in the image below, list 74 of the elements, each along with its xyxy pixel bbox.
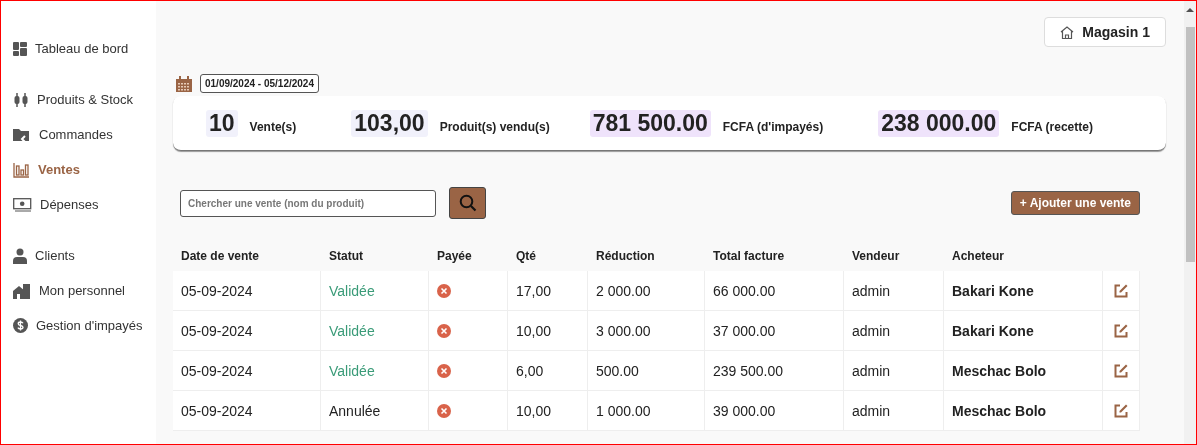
column-header: Acheteur [951,248,1005,265]
edit-icon[interactable] [1114,323,1128,338]
table-cell: 37 000.00 [705,311,844,351]
sidebar-item[interactable]: Gestion d'impayés [1,308,156,343]
sidebar-item[interactable]: Ventes [1,152,156,187]
edit-icon[interactable] [1114,403,1128,418]
table-cell: 05-09-2024 [173,311,321,351]
stat-value: 10 [206,109,238,137]
stat-value: 238 000.00 [878,109,1000,137]
table-cell: 500.00 [588,351,705,391]
sidebar-item[interactable]: Mon personnel [1,273,156,308]
search-icon [458,194,477,212]
table-cell: admin [844,351,944,391]
sidebar-item[interactable]: Clients [1,238,156,273]
column-header: Date de vente [180,248,261,265]
status-cell: Validée [321,351,429,391]
search-field[interactable]: Chercher une vente (nom du produit) [180,189,436,217]
banknote-icon [13,197,32,212]
stat-value: 103,00 [351,109,428,137]
table-cell: 05-09-2024 [173,271,321,311]
scroll-up-icon[interactable] [1186,7,1194,13]
sidebar-item[interactable]: Produits & Stock [1,82,156,117]
column-header: Payée [436,248,473,265]
stat-label: Vente(s) [249,120,297,134]
calendar-icon [176,75,192,92]
stat-label: FCFA (d'impayés) [722,120,824,134]
status-cell: Annulée [321,391,429,431]
table-cell: admin [844,311,944,351]
stat-value: 781 500.00 [589,109,711,137]
table-cell: 66 000.00 [705,271,844,311]
table-cell: 39 000.00 [705,391,844,431]
table-cell: 10,00 [508,391,588,431]
table-cell: 10,00 [508,311,588,351]
bar-chart-icon [13,161,30,178]
house-icon [1060,25,1075,39]
table-cell: Meschac Bolo [944,391,1103,431]
column-header: Total facture [712,248,786,265]
table-cell: Bakari Kone [944,311,1103,351]
folder-icon [13,126,31,143]
sidebar-item[interactable]: Commandes [1,117,156,152]
search-button[interactable] [449,187,486,219]
table-cell: 05-09-2024 [173,391,321,431]
sidebar-item[interactable]: Tableau de bord [1,31,156,66]
table-cell: 239 500.00 [705,351,844,391]
building-icon [13,282,31,299]
edit-icon[interactable] [1114,363,1128,378]
store-button[interactable]: Magasin 1 [1044,17,1166,47]
column-header: Statut [328,248,364,265]
status-cell: Validée [321,311,429,351]
table-cell: 3 000.00 [588,311,705,351]
column-header: Vendeur [851,248,901,265]
candlestick-icon [13,91,29,108]
table-cell: 1 000.00 [588,391,705,431]
dashboard-icon [13,41,27,56]
date-range[interactable]: 01/09/2024 - 05/12/2024 [200,74,319,93]
table-cell: 17,00 [508,271,588,311]
person-icon [13,247,27,264]
stat-label: Produit(s) vendu(s) [439,120,550,134]
column-header: Réduction [595,248,656,265]
table-cell: admin [844,391,944,431]
stat-label: FCFA (recette) [1011,120,1093,134]
column-header: Qté [515,248,537,265]
add-sale-button[interactable]: + Ajouter une vente [1010,191,1140,215]
scrollbar[interactable] [1184,1,1196,444]
status-cell: Validée [321,271,429,311]
table-cell: 6,00 [508,351,588,391]
sidebar-item[interactable]: Dépenses [1,187,156,222]
table-cell: admin [844,271,944,311]
table-cell: 2 000.00 [588,271,705,311]
table-cell: 05-09-2024 [173,351,321,391]
table-cell: Meschac Bolo [944,351,1103,391]
table-cell: Bakari Kone [944,271,1103,311]
dollar-icon [13,318,28,333]
edit-icon[interactable] [1114,283,1128,298]
